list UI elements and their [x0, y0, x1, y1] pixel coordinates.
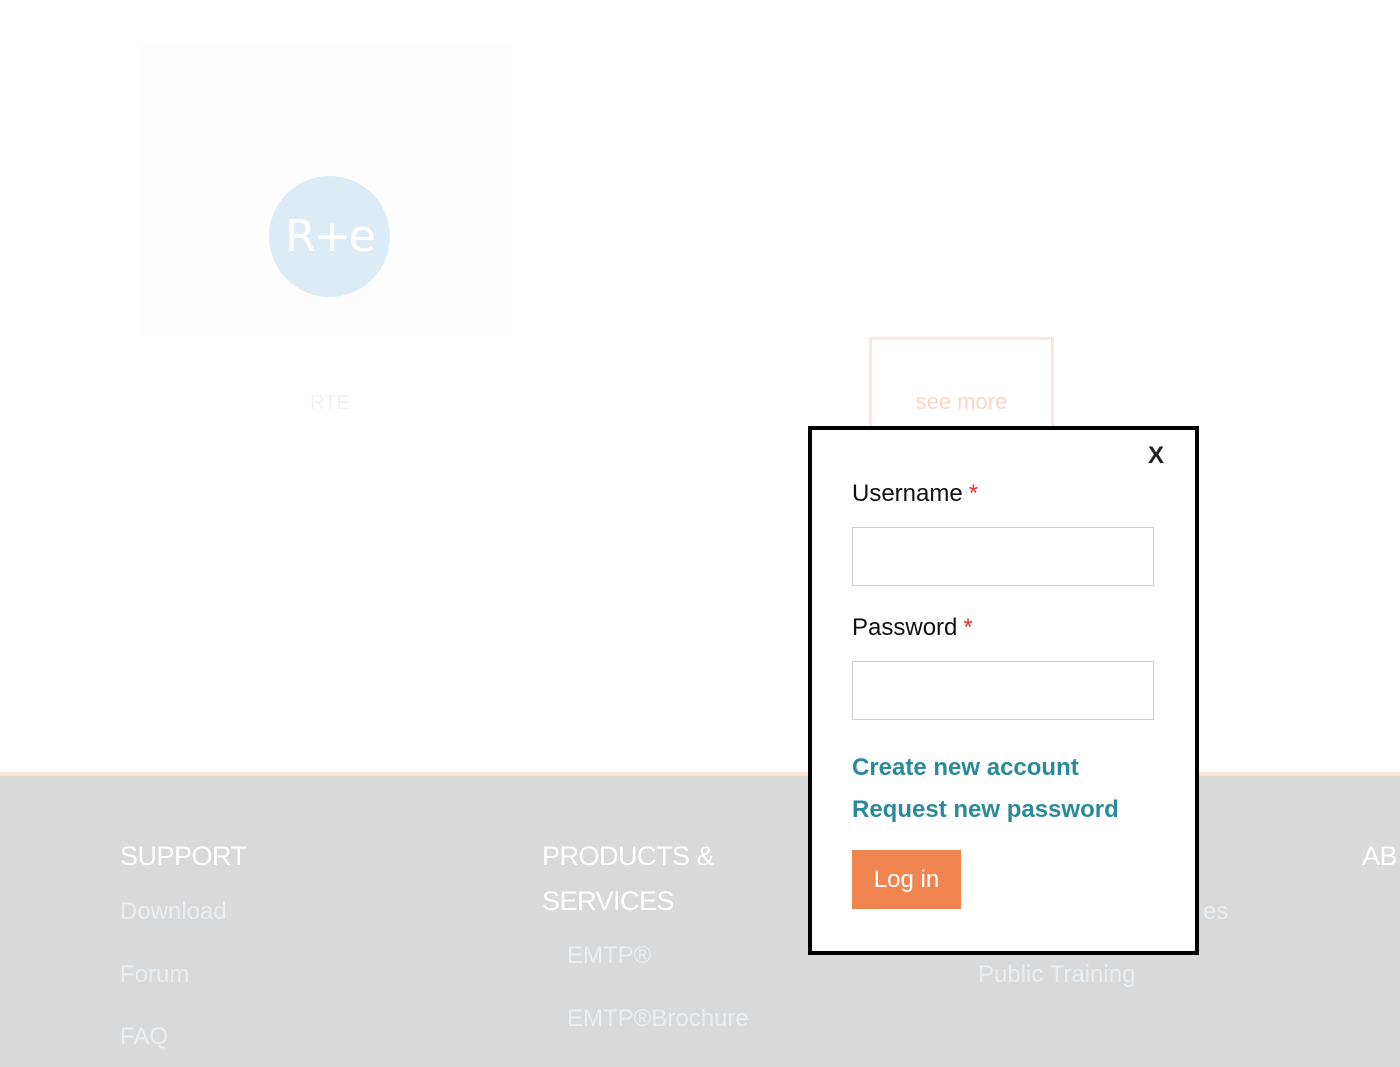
footer-link-emtp-brochure[interactable]: EMTP®Brochure: [567, 1005, 749, 1033]
footer-link-emtp[interactable]: EMTP®: [567, 942, 651, 970]
footer-support-title: SUPPORT: [120, 841, 247, 871]
password-label: Password *: [852, 614, 973, 642]
footer-link-download[interactable]: Download: [120, 898, 227, 926]
username-label-text: Username: [852, 480, 963, 507]
footer-link-training-partial[interactable]: es: [1203, 898, 1228, 926]
footer-about-title: AB: [1362, 841, 1398, 871]
see-more-button[interactable]: see more: [869, 337, 1054, 429]
login-button[interactable]: Log in: [852, 850, 961, 909]
create-account-link[interactable]: Create new account: [852, 754, 1079, 782]
card-caption: RTE: [310, 392, 350, 414]
required-asterisk: *: [963, 614, 973, 641]
close-icon[interactable]: X: [1148, 442, 1164, 470]
required-asterisk: *: [968, 480, 979, 507]
password-input[interactable]: [852, 661, 1154, 720]
username-input[interactable]: [852, 527, 1154, 586]
request-password-link[interactable]: Request new password: [852, 796, 1119, 824]
see-more-label: see more: [915, 389, 1008, 414]
rte-logo: R+e: [269, 176, 390, 297]
footer-link-public-training[interactable]: Public Training: [978, 961, 1135, 989]
footer-link-faq[interactable]: FAQ: [120, 1023, 168, 1051]
footer-products-title-line2: SERVICES: [542, 886, 675, 916]
login-modal: X Username * Password * Create new account…: [808, 426, 1199, 955]
username-label: Username *: [852, 480, 978, 508]
logo-text: R+e: [285, 211, 376, 262]
footer-products-title-line1: PRODUCTS &: [542, 841, 715, 871]
footer-link-forum[interactable]: Forum: [120, 961, 189, 989]
password-label-text: Password: [852, 614, 958, 641]
